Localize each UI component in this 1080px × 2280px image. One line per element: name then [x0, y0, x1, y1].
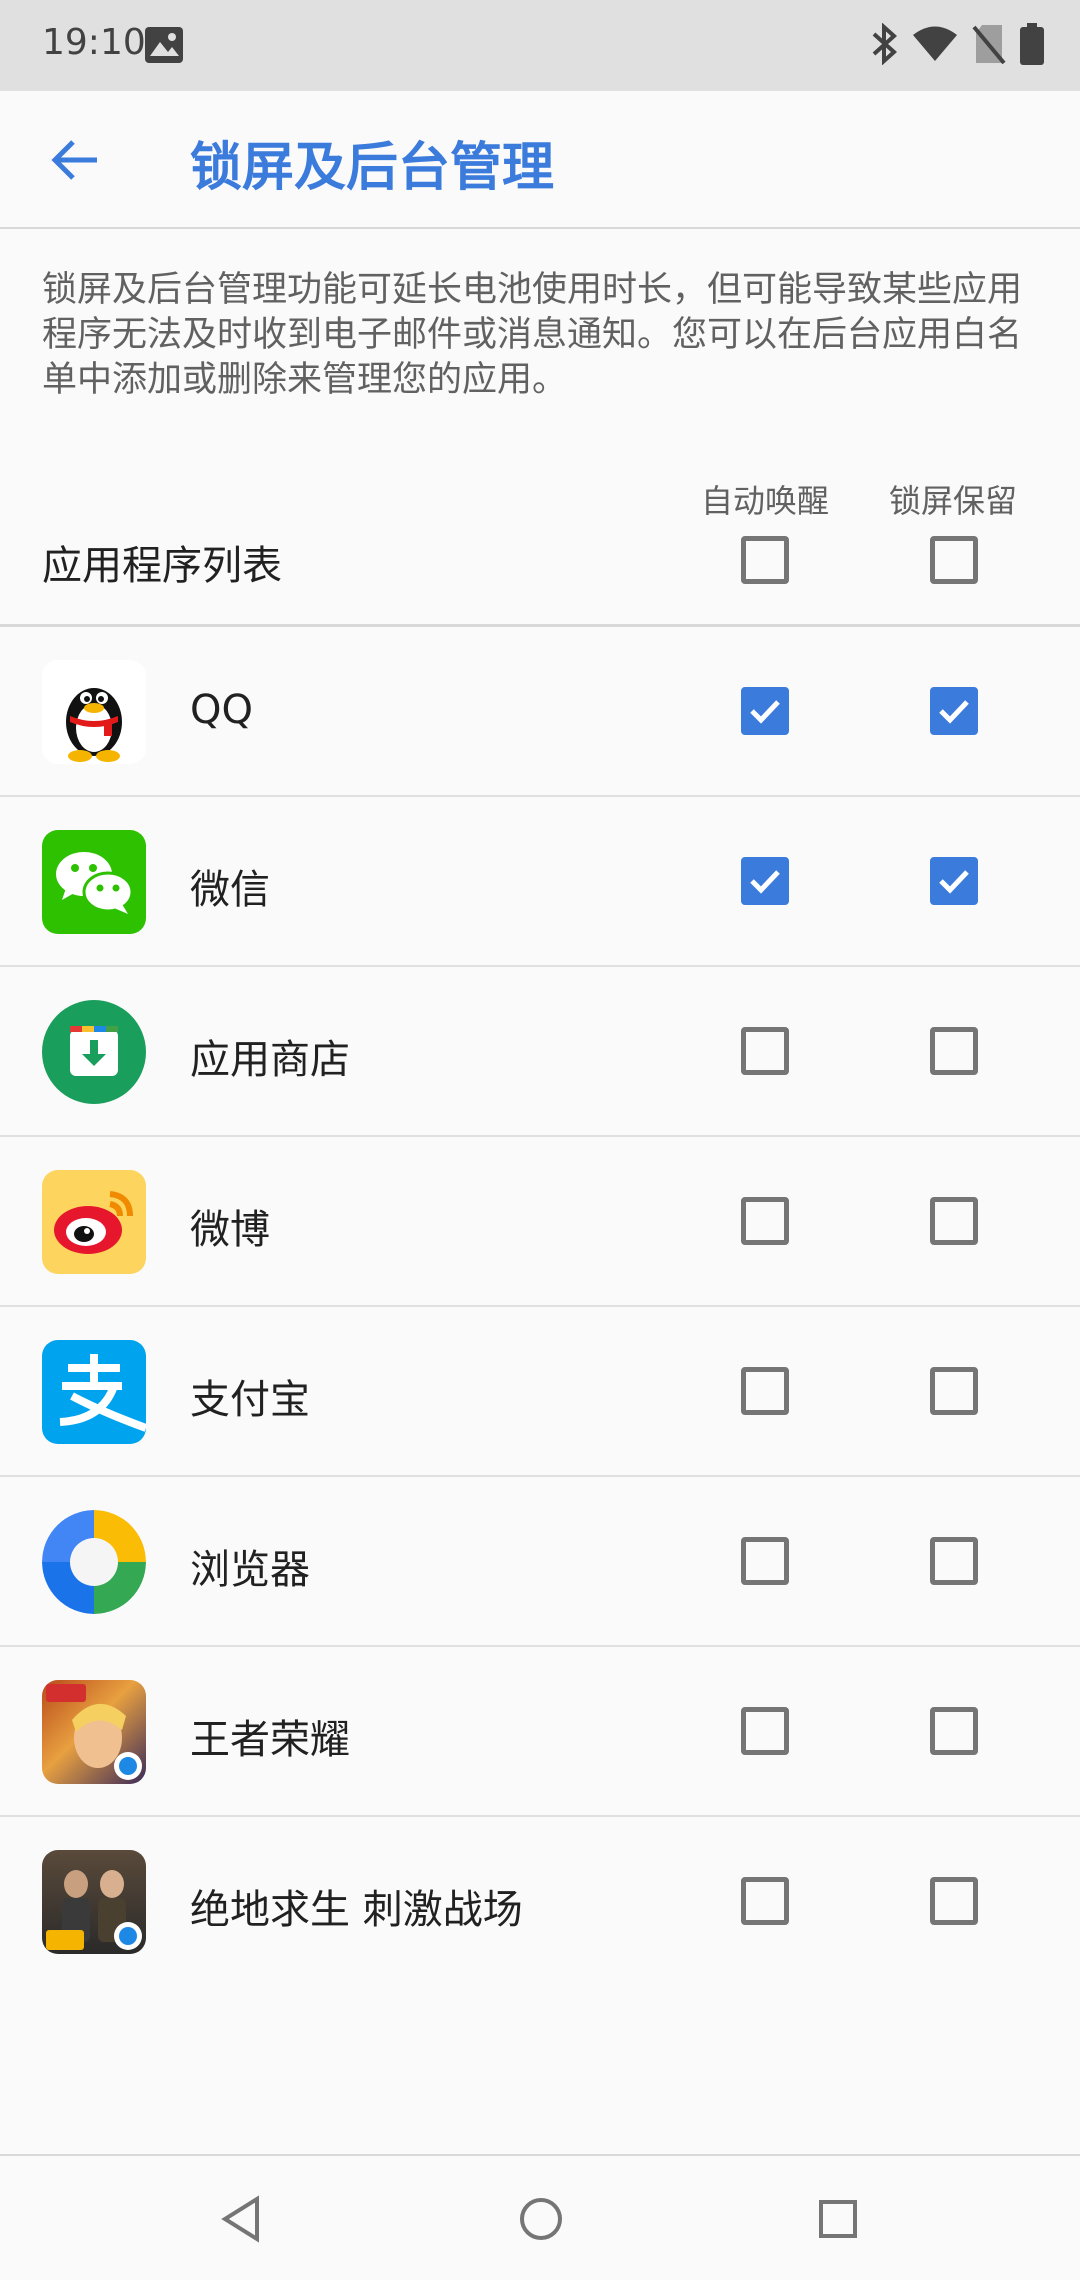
lock-keep-checkbox[interactable] [930, 1367, 978, 1415]
auto-wake-checkbox[interactable] [741, 1537, 789, 1585]
auto-wake-checkbox[interactable] [741, 1707, 789, 1755]
app-bar: 锁屏及后台管理 [0, 91, 1080, 229]
lock-keep-checkbox[interactable] [930, 687, 978, 735]
app-row-app-store[interactable]: 应用商店 [0, 967, 1080, 1137]
arrow-left-icon [51, 140, 97, 180]
app-row-weibo[interactable]: 微博 [0, 1137, 1080, 1307]
auto-wake-checkbox[interactable] [741, 1027, 789, 1075]
back-button[interactable] [42, 127, 108, 193]
auto-wake-checkbox[interactable] [741, 1197, 789, 1245]
status-bar: 19:10 [0, 0, 1080, 91]
app-name: 微博 [190, 1207, 270, 1253]
lock-keep-checkbox[interactable] [930, 857, 978, 905]
navigation-bar [0, 2154, 1080, 2280]
auto-wake-checkbox[interactable] [741, 1877, 789, 1925]
auto-wake-checkbox[interactable] [741, 687, 789, 735]
nav-home-button[interactable] [508, 2186, 574, 2252]
description-text: 锁屏及后台管理功能可延长电池使用时长，但可能导致某些应用程序无法及时收到电子邮件… [42, 270, 1023, 400]
app-row-alipay[interactable]: 支付宝 [0, 1307, 1080, 1477]
app-list-title: 应用程序列表 [42, 543, 282, 589]
app-row-wechat[interactable]: 微信 [0, 797, 1080, 967]
qq-icon [42, 660, 146, 764]
app-name: 绝地求生 刺激战场 [190, 1887, 523, 1933]
nav-recents-icon [819, 2200, 857, 2238]
page-title: 锁屏及后台管理 [190, 138, 555, 198]
column-label-auto-wake: 自动唤醒 [700, 482, 829, 520]
check-icon [939, 700, 969, 724]
app-name: 王者荣耀 [190, 1717, 350, 1763]
column-label-lock-keep: 锁屏保留 [888, 482, 1017, 520]
auto-wake-checkbox[interactable] [741, 857, 789, 905]
app-row-honor-of-kings[interactable]: 王者荣耀 [0, 1647, 1080, 1817]
app-row-qq[interactable]: QQ [0, 627, 1080, 797]
lock-keep-checkbox[interactable] [930, 1027, 978, 1075]
image-icon [144, 26, 184, 68]
pubg-icon [42, 1850, 146, 1954]
app-name: 应用商店 [190, 1037, 350, 1083]
lock-keep-checkbox[interactable] [930, 1707, 978, 1755]
nav-recents-button[interactable] [805, 2186, 871, 2252]
alipay-icon [42, 1340, 146, 1444]
app-row-browser[interactable]: 浏览器 [0, 1477, 1080, 1647]
check-icon [750, 870, 780, 894]
honor-of-kings-icon [42, 1680, 146, 1784]
nav-back-button[interactable] [208, 2186, 274, 2252]
app-row-pubg[interactable]: 绝地求生 刺激战场 [0, 1817, 1080, 1987]
lock-keep-checkbox[interactable] [930, 1537, 978, 1585]
select-all-lock-keep-checkbox[interactable] [930, 536, 978, 584]
bluetooth-icon [870, 22, 898, 69]
check-icon [939, 870, 969, 894]
wechat-icon [42, 830, 146, 934]
lock-keep-checkbox[interactable] [930, 1877, 978, 1925]
auto-wake-checkbox[interactable] [741, 1367, 789, 1415]
app-name: 支付宝 [190, 1377, 310, 1423]
app-name: 浏览器 [190, 1547, 310, 1593]
no-sim-icon [972, 23, 1006, 69]
app-store-icon [42, 1000, 146, 1104]
wifi-icon [912, 26, 958, 66]
select-all-auto-wake-checkbox[interactable] [741, 536, 789, 584]
check-icon [750, 700, 780, 724]
status-time: 19:10 [42, 22, 146, 63]
weibo-icon [42, 1170, 146, 1274]
app-name: QQ [190, 687, 253, 733]
browser-icon [42, 1510, 146, 1614]
app-name: 微信 [190, 867, 270, 913]
nav-back-icon [221, 2195, 259, 2243]
lock-keep-checkbox[interactable] [930, 1197, 978, 1245]
status-icons [870, 22, 1044, 70]
battery-icon [1020, 23, 1044, 69]
nav-home-icon [520, 2198, 562, 2240]
